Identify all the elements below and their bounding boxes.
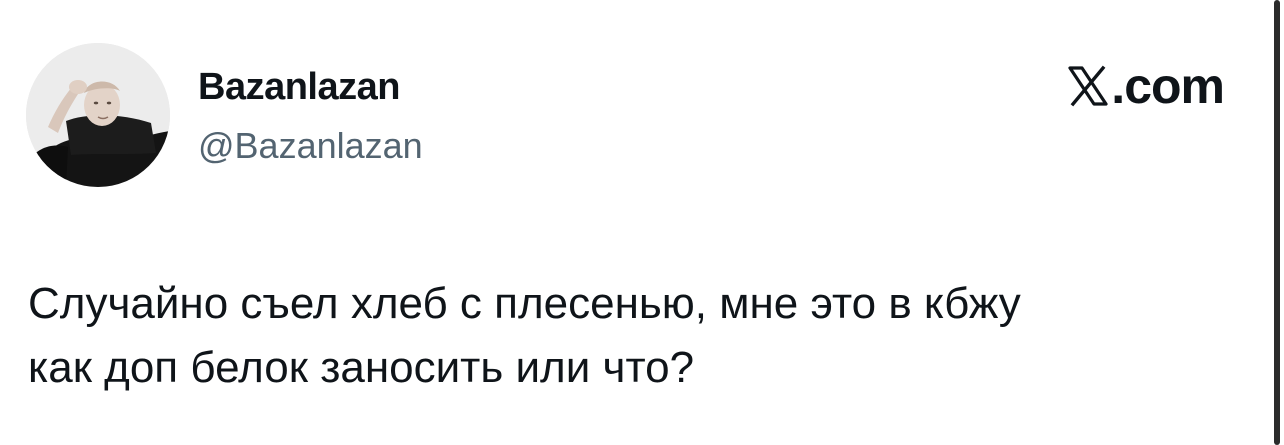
author-handle[interactable]: @Bazanlazan bbox=[198, 124, 423, 168]
scrollbar[interactable] bbox=[1274, 0, 1280, 445]
avatar[interactable] bbox=[26, 43, 170, 187]
x-logo-icon bbox=[1067, 65, 1109, 107]
tweet-text-line: Случайно съел хлеб с плесенью, мне это в… bbox=[28, 279, 1021, 328]
tweet-card: Bazanlazan @Bazanlazan .com Случайно съе… bbox=[0, 0, 1284, 445]
avatar-photo bbox=[26, 43, 170, 187]
brand-domain-suffix: .com bbox=[1111, 58, 1225, 114]
tweet-text-line: как доп белок заносить или что? bbox=[28, 343, 695, 392]
brand-watermark: .com bbox=[1067, 58, 1225, 114]
author-display-name[interactable]: Bazanlazan bbox=[198, 64, 400, 110]
tweet-text: Случайно съел хлеб с плесенью, мне это в… bbox=[28, 272, 1258, 400]
